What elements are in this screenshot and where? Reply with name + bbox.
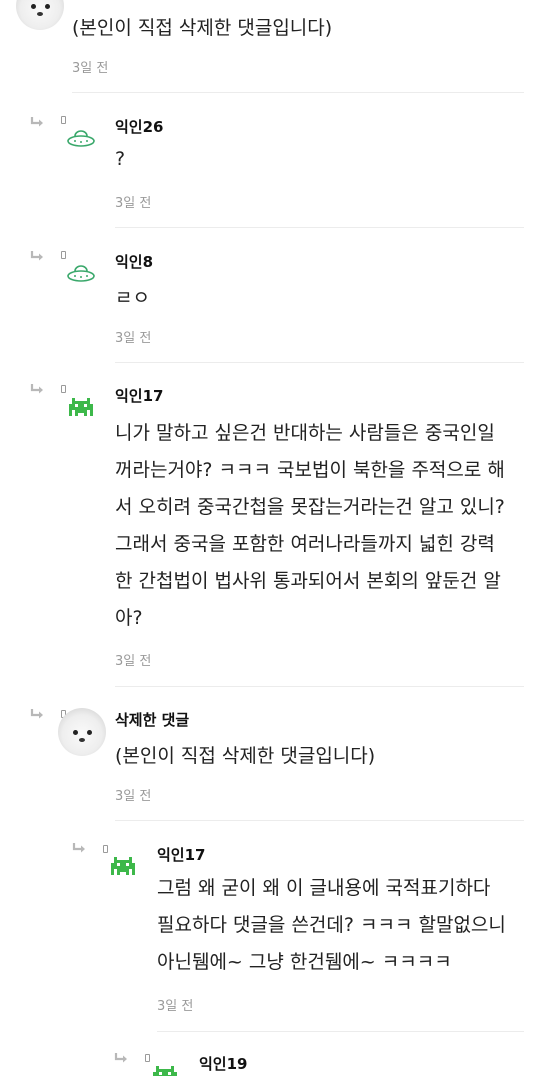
comment-body-line: 그럼 왜 굳이 왜 이 글내용에 국적표기하다	[157, 877, 491, 899]
marker-icon	[61, 251, 66, 259]
reply-arrow-icon	[30, 384, 43, 394]
space-invader-icon[interactable]	[66, 396, 96, 420]
divider	[157, 1031, 524, 1032]
marker-icon	[61, 116, 66, 124]
dog-photo-avatar[interactable]	[16, 0, 64, 30]
comment-nickname[interactable]: 익인17	[115, 385, 163, 406]
reply-arrow-icon	[72, 843, 85, 853]
comment-body-line: 그래서 중국을 포함한 여러나라들까지 넓힌 강력	[115, 533, 495, 555]
comment-body: (본인이 직접 삭제한 댓글입니다)	[115, 745, 376, 767]
comment-body: (본인이 직접 삭제한 댓글입니다)	[72, 17, 333, 39]
comment-thread: (본인이 직접 삭제한 댓글입니다) 3일 전 익인26 ? 3일 전 익인8 …	[0, 0, 538, 1076]
comment-body: 그럼 왜 굳이 왜 이 글내용에 국적표기하다 필요하다 댓글을 쓴건데? ㅋㅋ…	[157, 870, 506, 981]
space-invader-icon[interactable]	[150, 1064, 180, 1076]
comment-time: 3일 전	[115, 331, 152, 346]
comment-time: 3일 전	[115, 789, 152, 804]
marker-icon	[145, 1054, 150, 1062]
dog-photo-avatar[interactable]	[58, 708, 106, 756]
divider	[72, 92, 524, 93]
divider	[115, 686, 524, 687]
comment-time: 3일 전	[115, 196, 152, 211]
comment-body-line: 아?	[115, 607, 143, 629]
comment-body-line: 필요하다 댓글을 쓴건데? ㅋㅋㅋ 할말없으니	[157, 914, 506, 936]
comment-body: ㄹㅇ	[115, 287, 150, 309]
comment-body-line: 니가 말하고 싶은건 반대하는 사람들은 중국인일	[115, 422, 495, 444]
comment-body: 니가 말하고 싶은건 반대하는 사람들은 중국인일 꺼라는거야? ㅋㅋㅋ 국보법…	[115, 415, 505, 637]
comment-body-line: 한 간첩법이 법사위 통과되어서 본회의 앞둔건 알	[115, 570, 501, 592]
comment-time: 3일 전	[115, 654, 152, 669]
reply-arrow-icon	[114, 1053, 127, 1063]
comment-body: ?	[115, 148, 126, 170]
comment-nickname[interactable]: 익인17	[157, 844, 205, 865]
comment-time: 3일 전	[72, 61, 109, 76]
comment-nickname[interactable]: 삭제한 댓글	[115, 709, 189, 730]
marker-icon	[61, 385, 66, 393]
comment-body-line: 아닌뒘에~ 그냥 한건뒘에~ ㅋㅋㅋㅋ	[157, 951, 452, 973]
reply-arrow-icon	[30, 117, 43, 127]
reply-arrow-icon	[30, 251, 43, 261]
comment-nickname[interactable]: 익인8	[115, 251, 153, 272]
comment-nickname[interactable]: 익인26	[115, 116, 163, 137]
reply-arrow-icon	[30, 709, 43, 719]
comment-nickname[interactable]: 익인19	[199, 1053, 247, 1074]
comment-body-line: 서 오히려 중국간첩을 못잡는거라는건 알고 있니?	[115, 496, 505, 518]
ufo-icon[interactable]	[66, 127, 96, 151]
divider	[115, 227, 524, 228]
ufo-icon[interactable]	[66, 262, 96, 286]
divider	[115, 820, 524, 821]
comment-time: 3일 전	[157, 999, 194, 1014]
space-invader-icon[interactable]	[108, 855, 138, 879]
comment-body-line: 꺼라는거야? ㅋㅋㅋ 국보법이 북한을 주적으로 해	[115, 459, 505, 481]
divider	[115, 362, 524, 363]
marker-icon	[103, 845, 108, 853]
